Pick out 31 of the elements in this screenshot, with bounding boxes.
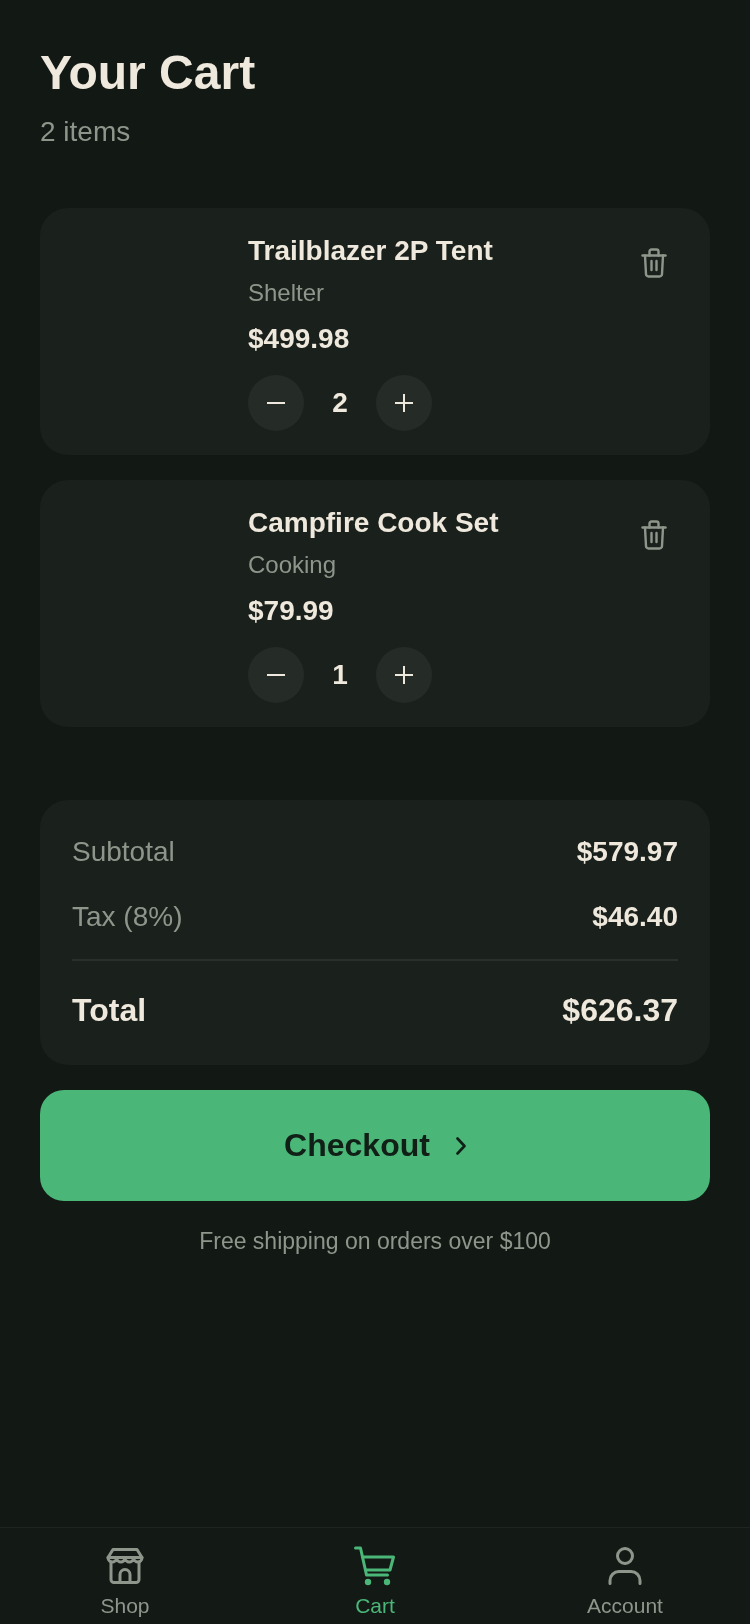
chevron-right-icon	[455, 1136, 466, 1155]
page-title: Your Cart	[40, 45, 256, 101]
quantity-value: 1	[331, 658, 349, 692]
product-name: Trailblazer 2P Tent	[248, 234, 493, 268]
product-category: Shelter	[248, 278, 325, 308]
item-count: 2 items	[40, 115, 131, 149]
checkout-button[interactable]: Checkout	[40, 1090, 710, 1201]
quantity-value: 2	[331, 386, 349, 420]
product-name: Campfire Cook Set	[248, 506, 499, 540]
nav-tab[interactable]: Account	[500, 1528, 750, 1624]
summary-label: Subtotal	[72, 835, 175, 869]
trash-icon	[641, 248, 667, 278]
nav-tab[interactable]: Shop	[0, 1528, 250, 1624]
total-value: $626.37	[562, 991, 678, 1030]
product-category: Cooking	[248, 550, 337, 580]
shop-icon	[105, 1546, 145, 1586]
cart-icon	[354, 1546, 396, 1586]
total-label: Total	[72, 991, 147, 1030]
trash-icon	[641, 520, 667, 550]
minus-icon	[267, 674, 285, 676]
summary-label: Tax (8%)	[72, 900, 183, 934]
summary-value: $46.40	[592, 900, 678, 934]
product-price: $499.98	[248, 322, 350, 356]
nav-tab[interactable]: Cart	[250, 1528, 500, 1624]
product-price: $79.99	[248, 594, 334, 628]
minus-icon	[267, 402, 285, 404]
shipping-note: Free shipping on orders over $100	[199, 1227, 551, 1256]
plus-icon	[395, 666, 413, 684]
plus-icon	[395, 394, 413, 412]
summary-value: $579.97	[576, 835, 678, 869]
person-icon	[608, 1546, 642, 1586]
